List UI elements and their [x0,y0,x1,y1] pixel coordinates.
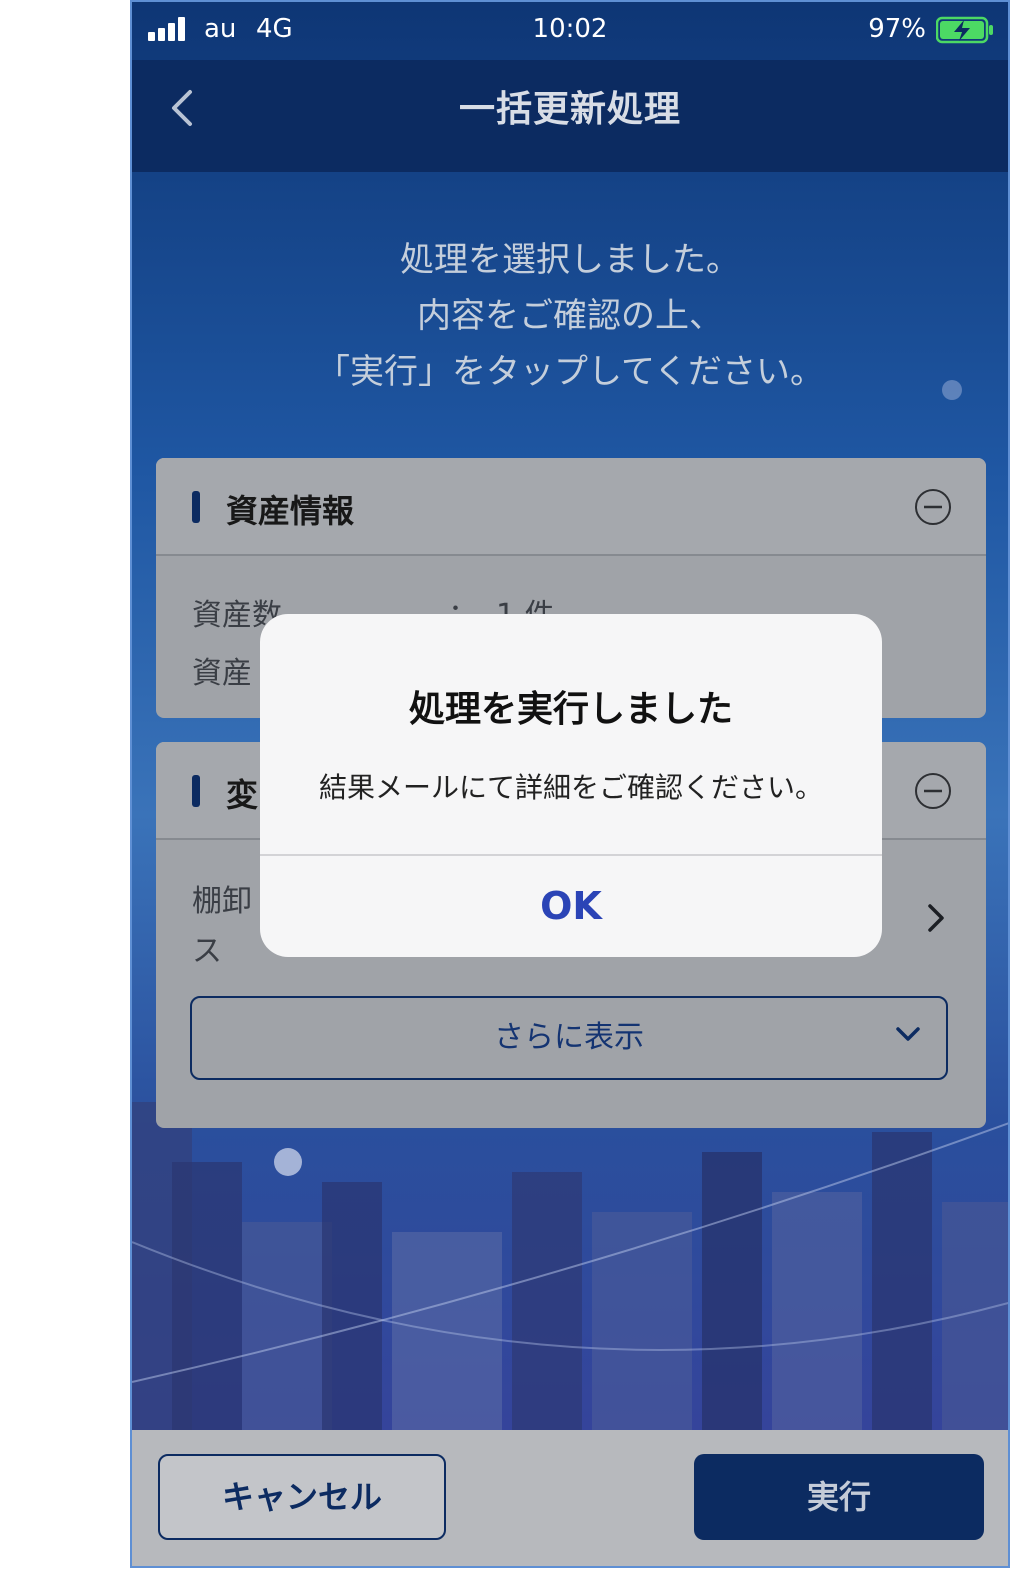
app-screen: au 4G 10:02 97% 一括更新処理 処理を選択しました。 内容をご確認… [130,0,1010,1568]
ok-button[interactable]: OK [260,856,882,956]
alert-title: 処理を実行しました [408,689,733,730]
alert-dialog: 処理を実行しました 結果メールにて詳細をご確認ください。 OK [260,614,882,957]
alert-message: 結果メールにて詳細をご確認ください。 [318,771,823,804]
